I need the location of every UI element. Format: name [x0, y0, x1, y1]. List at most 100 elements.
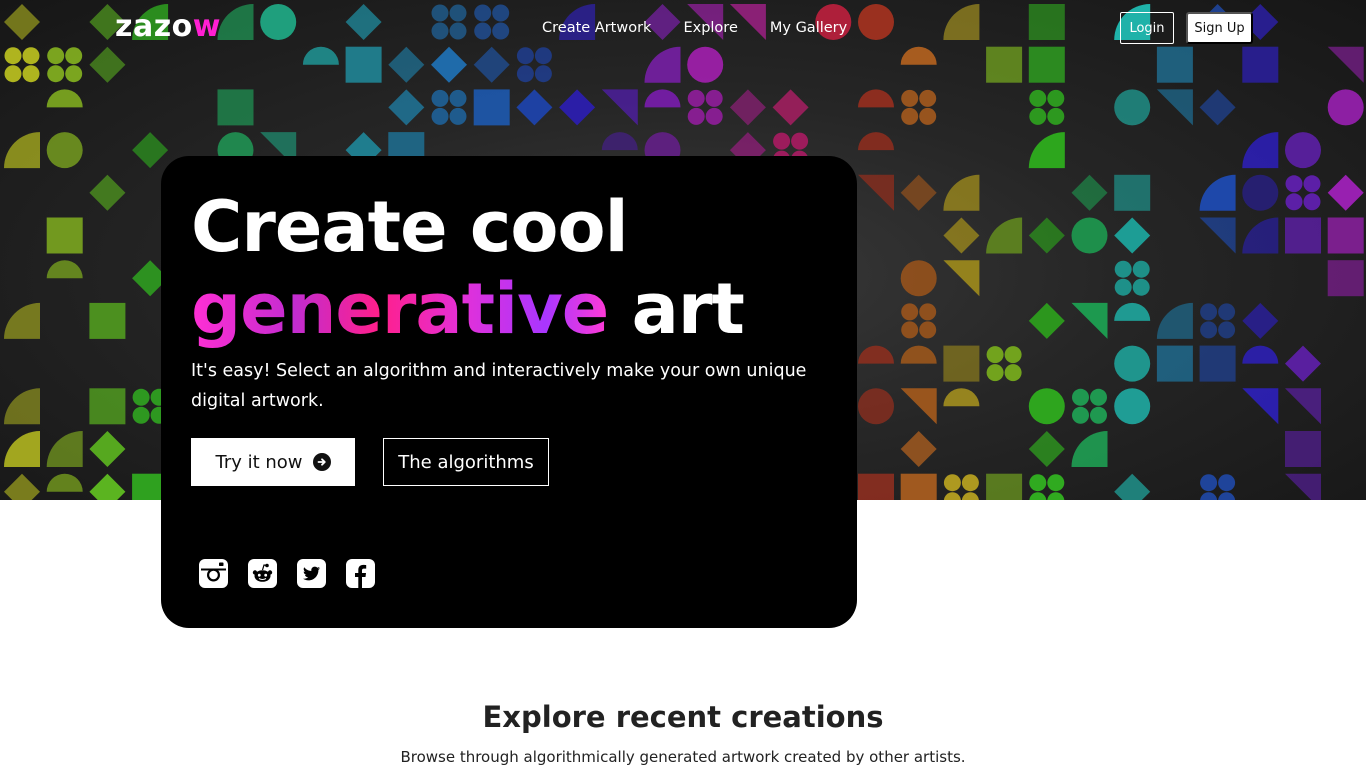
pattern-tile	[1114, 388, 1151, 425]
pattern-tile	[132, 132, 169, 169]
pattern-tile	[900, 473, 937, 500]
pattern-tile	[943, 217, 980, 254]
the-algorithms-button[interactable]: The algorithms	[383, 438, 549, 486]
pattern-tile	[1199, 345, 1236, 382]
pattern-tile	[1200, 474, 1236, 500]
pattern-tile	[4, 473, 40, 500]
pattern-tile	[4, 302, 40, 339]
pattern-tile	[1327, 260, 1364, 297]
nav-link-my-gallery[interactable]: My Gallery	[770, 18, 847, 38]
nav-link-explore[interactable]: Explore	[683, 18, 737, 38]
nav-link-create-artwork[interactable]: Create Artwork	[542, 18, 651, 38]
pattern-tile	[1327, 89, 1364, 126]
explore-section-subtitle: Browse through algorithmically generated…	[400, 748, 966, 766]
site-logo[interactable]: zazow	[115, 9, 221, 45]
try-it-now-label: Try it now	[215, 451, 303, 473]
pattern-tile	[986, 346, 1022, 382]
hero-subtext: It's easy! Select an algorithm and inter…	[191, 361, 807, 411]
top-navbar: zazow Create Artwork Explore My Gallery …	[0, 0, 1366, 56]
pattern-tile	[1242, 302, 1279, 339]
pattern-tile	[1285, 175, 1321, 211]
pattern-tile	[1242, 217, 1279, 254]
pattern-tile	[1114, 473, 1151, 500]
pattern-tile	[1285, 473, 1321, 500]
pattern-tile	[89, 431, 126, 467]
pattern-tile	[1071, 431, 1108, 467]
pattern-tile	[858, 473, 894, 500]
signup-button[interactable]: Sign Up	[1186, 12, 1253, 44]
pattern-tile	[1156, 345, 1193, 382]
pattern-tile	[46, 431, 83, 467]
pattern-tile	[943, 474, 979, 500]
pattern-tile	[858, 132, 894, 151]
pattern-tile	[1028, 302, 1065, 339]
pattern-tile	[1072, 388, 1107, 424]
pattern-tile	[431, 89, 467, 125]
pattern-tile	[687, 89, 723, 125]
pattern-tile	[644, 89, 681, 108]
pattern-tile	[1029, 474, 1065, 500]
social-links	[199, 559, 375, 588]
pattern-tile	[516, 89, 553, 126]
pattern-tile	[1156, 89, 1193, 126]
pattern-tile	[4, 132, 40, 169]
pattern-tile	[1285, 388, 1321, 425]
nav-links: Create Artwork Explore My Gallery	[542, 18, 879, 38]
try-it-now-button[interactable]: Try it now	[191, 438, 355, 486]
pattern-tile	[46, 89, 83, 108]
pattern-tile	[1029, 89, 1065, 125]
headline-art-word: art	[631, 268, 745, 350]
pattern-tile	[4, 388, 40, 425]
twitter-icon[interactable]	[297, 559, 326, 588]
pattern-tile	[388, 89, 425, 126]
pattern-tile	[1242, 345, 1279, 364]
pattern-tile	[1199, 217, 1236, 254]
pattern-tile	[1071, 174, 1108, 211]
pattern-tile	[1242, 388, 1279, 425]
pattern-tile	[1242, 174, 1279, 211]
pattern-tile	[1114, 345, 1151, 382]
pattern-tile	[1114, 89, 1151, 126]
pattern-tile	[1114, 217, 1151, 254]
hero-headline: Create cool generative art	[191, 186, 841, 350]
pattern-tile	[943, 388, 980, 407]
instagram-icon[interactable]	[199, 559, 228, 588]
pattern-tile	[901, 303, 937, 339]
pattern-tile	[1285, 431, 1321, 467]
pattern-tile	[89, 473, 126, 500]
pattern-tile	[900, 260, 937, 297]
pattern-tile	[986, 217, 1023, 254]
pattern-tile	[858, 89, 894, 108]
pattern-tile	[943, 260, 980, 297]
pattern-tile	[1114, 260, 1150, 296]
facebook-icon[interactable]	[346, 559, 375, 588]
pattern-tile	[1327, 217, 1364, 254]
pattern-tile	[772, 89, 809, 126]
arrow-circle-right-icon	[312, 453, 331, 471]
pattern-tile	[900, 174, 937, 211]
pattern-tile	[900, 388, 937, 425]
pattern-tile	[473, 89, 510, 126]
pattern-tile	[46, 260, 83, 279]
login-button[interactable]: Login	[1120, 12, 1174, 44]
explore-section-title: Explore recent creations	[482, 700, 884, 734]
pattern-tile	[1199, 174, 1236, 211]
hero-card: Create cool generative art It's easy! Se…	[161, 156, 857, 628]
pattern-tile	[1114, 302, 1151, 321]
pattern-tile	[46, 132, 83, 169]
pattern-tile	[900, 431, 937, 467]
pattern-tile	[89, 174, 126, 211]
pattern-tile	[1028, 132, 1065, 169]
reddit-icon[interactable]	[248, 559, 277, 588]
pattern-tile	[1028, 431, 1065, 467]
pattern-tile	[1199, 89, 1236, 126]
pattern-tile	[601, 132, 638, 151]
pattern-tile	[559, 89, 596, 126]
pattern-tile	[1071, 302, 1108, 339]
pattern-tile	[1285, 132, 1321, 169]
pattern-tile	[858, 345, 894, 364]
pattern-tile	[1028, 388, 1065, 425]
headline-generative-word: generative	[191, 268, 609, 350]
pattern-tile	[1156, 302, 1193, 339]
pattern-tile	[1114, 174, 1151, 211]
